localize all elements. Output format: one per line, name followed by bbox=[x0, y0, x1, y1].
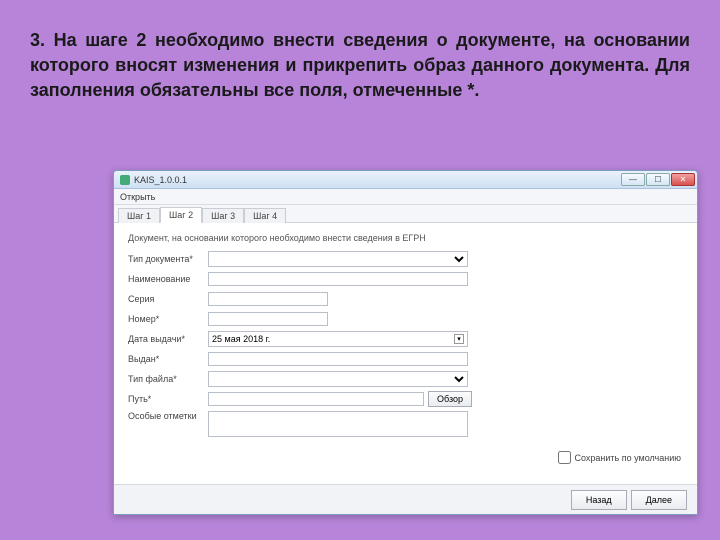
label-issued-by: Выдан* bbox=[128, 354, 208, 364]
app-icon bbox=[120, 175, 130, 185]
label-name: Наименование bbox=[128, 274, 208, 284]
window-title: KAIS_1.0.0.1 bbox=[134, 175, 620, 185]
app-window: KAIS_1.0.0.1 — ☐ ✕ Открыть Шаг 1 Шаг 2 Ш… bbox=[113, 170, 698, 515]
label-path: Путь* bbox=[128, 394, 208, 404]
close-button[interactable]: ✕ bbox=[671, 173, 695, 186]
tabstrip: Шаг 1 Шаг 2 Шаг 3 Шаг 4 bbox=[114, 205, 697, 223]
label-issue-date: Дата выдачи* bbox=[128, 334, 208, 344]
menu-open[interactable]: Открыть bbox=[120, 192, 155, 202]
footer: Назад Далее bbox=[114, 484, 697, 514]
tab-step-4[interactable]: Шаг 4 bbox=[244, 208, 286, 223]
notes-textarea[interactable] bbox=[208, 411, 468, 437]
instruction-text: 3. На шаге 2 необходимо внести сведения … bbox=[0, 0, 720, 116]
issue-date-picker[interactable]: 25 мая 2018 г. ▾ bbox=[208, 331, 468, 347]
label-file-type: Тип файла* bbox=[128, 374, 208, 384]
save-default-row: Сохранить по умолчанию bbox=[114, 445, 697, 468]
label-doc-type: Тип документа* bbox=[128, 254, 208, 264]
titlebar: KAIS_1.0.0.1 — ☐ ✕ bbox=[114, 171, 697, 189]
form-heading: Документ, на основании которого необходи… bbox=[128, 233, 683, 243]
minimize-button[interactable]: — bbox=[621, 173, 645, 186]
label-series: Серия bbox=[128, 294, 208, 304]
series-input[interactable] bbox=[208, 292, 328, 306]
back-button[interactable]: Назад bbox=[571, 490, 627, 510]
path-input[interactable] bbox=[208, 392, 424, 406]
form-area: Документ, на основании которого необходи… bbox=[114, 223, 697, 445]
next-button[interactable]: Далее bbox=[631, 490, 687, 510]
tab-step-3[interactable]: Шаг 3 bbox=[202, 208, 244, 223]
issue-date-value: 25 мая 2018 г. bbox=[212, 334, 270, 344]
file-type-select[interactable] bbox=[208, 371, 468, 387]
name-input[interactable] bbox=[208, 272, 468, 286]
tab-step-1[interactable]: Шаг 1 bbox=[118, 208, 160, 223]
issued-by-input[interactable] bbox=[208, 352, 468, 366]
tab-step-2[interactable]: Шаг 2 bbox=[160, 207, 202, 223]
calendar-icon[interactable]: ▾ bbox=[454, 334, 464, 344]
save-default-checkbox[interactable] bbox=[558, 451, 571, 464]
save-default-label: Сохранить по умолчанию bbox=[575, 453, 682, 463]
maximize-button[interactable]: ☐ bbox=[646, 173, 670, 186]
browse-button[interactable]: Обзор bbox=[428, 391, 472, 407]
number-input[interactable] bbox=[208, 312, 328, 326]
doc-type-select[interactable] bbox=[208, 251, 468, 267]
label-number: Номер* bbox=[128, 314, 208, 324]
label-notes: Особые отметки bbox=[128, 411, 208, 421]
menubar: Открыть bbox=[114, 189, 697, 205]
